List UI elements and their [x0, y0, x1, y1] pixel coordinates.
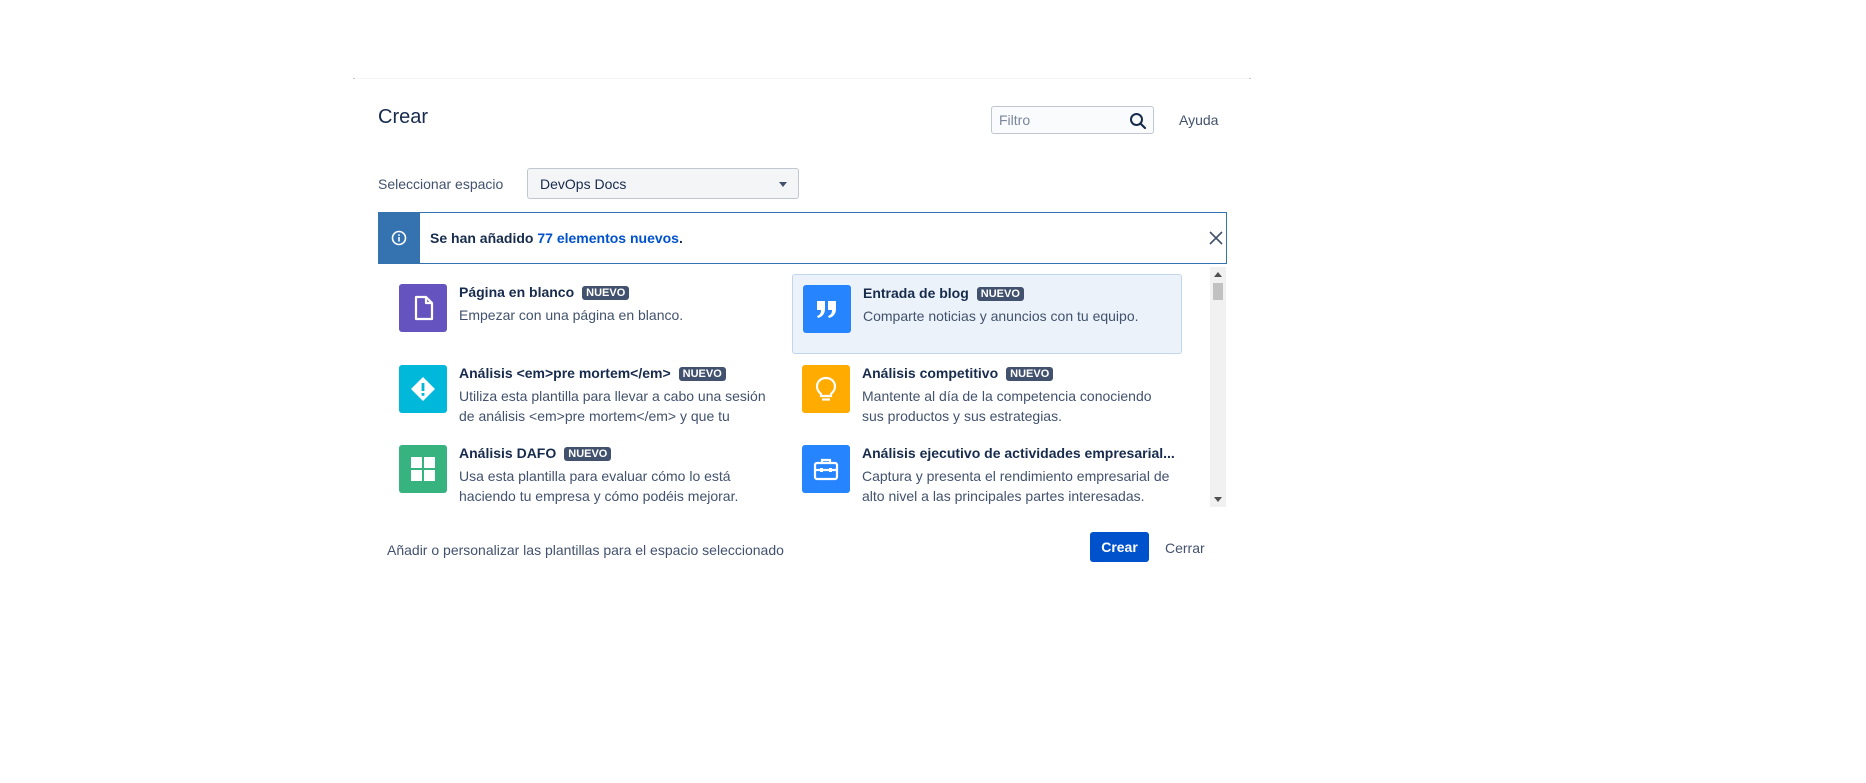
- template-name: Análisis <em>pre mortem</em> NUEVO: [459, 365, 726, 381]
- info-banner: Se han añadido 77 elementos nuevos.: [378, 212, 1227, 264]
- template-description: Captura y presenta el rendimiento empres…: [862, 468, 1170, 504]
- template-item[interactable]: Análisis <em>pre mortem</em> NUEVO Utiliz…: [378, 355, 770, 435]
- banner-suffix: .: [678, 230, 683, 246]
- dialog-corner: [353, 78, 355, 79]
- search-icon[interactable]: [1129, 112, 1147, 130]
- close-button[interactable]: Cerrar: [1165, 540, 1205, 556]
- template-list-scrollbar[interactable]: [1210, 267, 1226, 507]
- template-description: Usa esta plantilla para evaluar cómo lo …: [459, 468, 739, 504]
- banner-message: Se han añadido 77 elementos nuevos.: [430, 230, 683, 246]
- dialog-title: Crear: [378, 106, 429, 128]
- info-icon-strip: [379, 213, 420, 263]
- banner-text: Se han añadido: [430, 230, 538, 246]
- template-list: Página en blanco NUEVO Empezar con una pá…: [378, 267, 1227, 507]
- template-item[interactable]: Página en blanco NUEVO Empezar con una pá…: [378, 274, 770, 354]
- scroll-thumb[interactable]: [1213, 283, 1223, 300]
- template-name: Entrada de blog NUEVO: [863, 285, 1024, 301]
- grid-icon: [411, 457, 435, 481]
- template-description: Utiliza esta plantilla para llevar a cab…: [459, 388, 766, 424]
- scroll-up-icon[interactable]: [1214, 272, 1222, 277]
- info-icon: [391, 230, 407, 246]
- filter-field[interactable]: [991, 106, 1154, 134]
- caret-down-icon: [779, 182, 787, 187]
- template-description: Empezar con una página en blanco.: [459, 307, 684, 323]
- template-icon-tile: [802, 445, 850, 493]
- template-description: Comparte noticias y anuncios con tu equi…: [863, 308, 1139, 324]
- space-select-value: DevOps Docs: [540, 176, 627, 192]
- template-icon-tile: [399, 365, 447, 413]
- new-badge: NUEVO: [564, 447, 612, 461]
- template-icon-tile: [803, 285, 851, 333]
- quote-icon: [817, 301, 836, 318]
- new-badge: NUEVO: [582, 286, 630, 300]
- help-link[interactable]: Ayuda: [1179, 112, 1218, 128]
- filter-input[interactable]: [992, 107, 1129, 133]
- create-button[interactable]: Crear: [1090, 532, 1149, 562]
- scroll-down-icon[interactable]: [1214, 497, 1222, 502]
- template-description: Mantente al día de la competencia conoci…: [862, 388, 1152, 424]
- new-items-link[interactable]: 77 elementos nuevos: [537, 230, 679, 246]
- space-select-label: Seleccionar espacio: [378, 176, 504, 192]
- new-badge: NUEVO: [1006, 367, 1054, 381]
- template-name: Análisis DAFO NUEVO: [459, 445, 612, 461]
- template-name: Página en blanco NUEVO: [459, 284, 630, 300]
- dialog-corner: [1249, 78, 1251, 79]
- close-icon[interactable]: [1206, 228, 1226, 248]
- template-icon-tile: [399, 445, 447, 493]
- template-name: Análisis competitivo NUEVO: [862, 365, 1054, 381]
- template-icon-tile: [802, 365, 850, 413]
- blank-page-icon: [414, 295, 434, 321]
- template-item[interactable]: Análisis ejecutivo de actividades empres…: [792, 435, 1184, 507]
- briefcase-icon: [813, 458, 839, 481]
- lightbulb-icon: [815, 376, 837, 401]
- template-item[interactable]: Análisis competitivo NUEVO Mantente al dí…: [792, 355, 1184, 435]
- template-item[interactable]: Análisis DAFO NUEVO Usa esta plantilla pa…: [378, 435, 770, 507]
- template-icon-tile: [399, 284, 447, 332]
- template-item-selected[interactable]: Entrada de blog NUEVO Comparte noticias y…: [792, 274, 1182, 354]
- template-name: Análisis ejecutivo de actividades empres…: [862, 445, 1175, 461]
- customize-templates-link[interactable]: Añadir o personalizar las plantillas par…: [387, 542, 784, 558]
- new-badge: NUEVO: [678, 367, 726, 381]
- warning-diamond-icon: [411, 377, 435, 401]
- space-select[interactable]: DevOps Docs: [527, 168, 799, 199]
- new-badge: NUEVO: [976, 287, 1024, 301]
